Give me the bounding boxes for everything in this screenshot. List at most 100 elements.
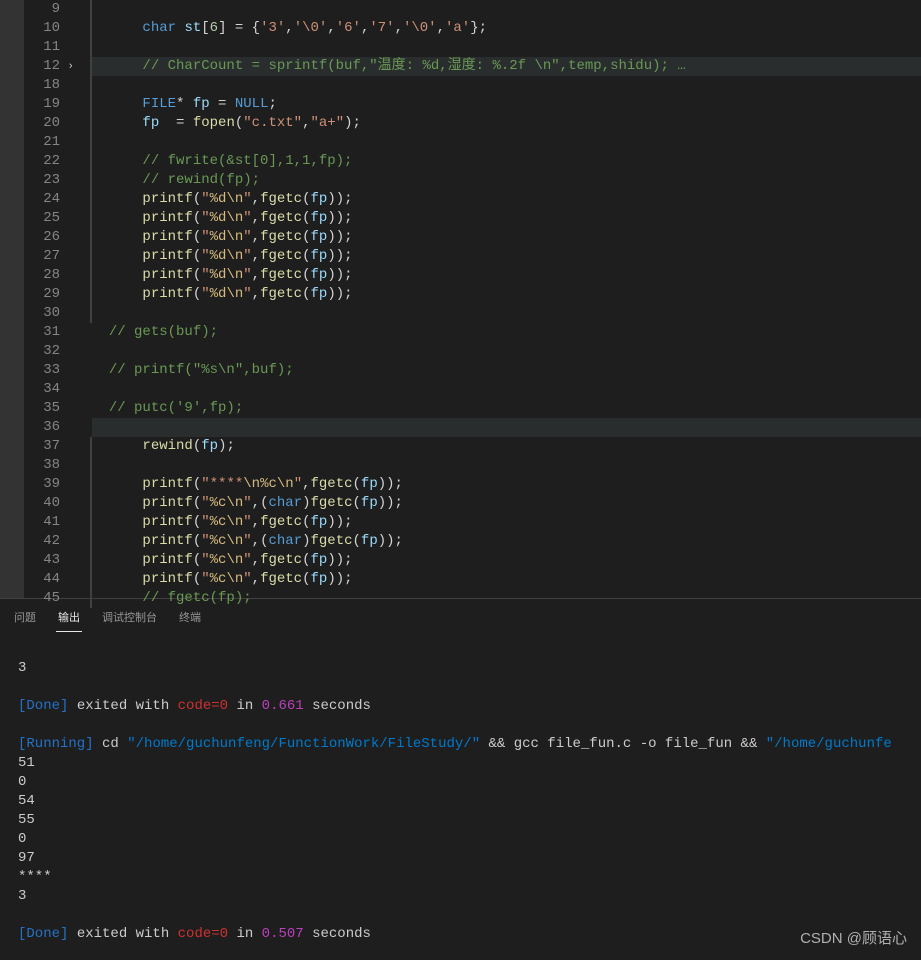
token-str: " xyxy=(243,552,251,568)
token-fn: fgetc xyxy=(260,571,302,587)
code-line[interactable]: // rewind(fp); xyxy=(92,171,921,190)
output-content[interactable]: 3 [Done] exited with code=0 in 0.661 sec… xyxy=(0,632,921,952)
line-number: 45 xyxy=(24,589,60,608)
token-fn: fgetc xyxy=(260,552,302,568)
token-punct: )); xyxy=(327,552,352,568)
token-type: char xyxy=(142,20,176,36)
code-line[interactable] xyxy=(92,418,921,437)
code-line[interactable]: rewind(fp); xyxy=(92,437,921,456)
token-punct: ( xyxy=(193,438,201,454)
indent-guide xyxy=(90,494,92,513)
code-line[interactable]: printf("%d\n",fgetc(fp)); xyxy=(92,266,921,285)
line-number: 44 xyxy=(24,570,60,589)
token-punct: )); xyxy=(327,267,352,283)
token-var: fp xyxy=(361,476,378,492)
token-punct: ); xyxy=(218,438,235,454)
token-punct: )); xyxy=(378,476,403,492)
code-line[interactable]: printf("%c\n",fgetc(fp)); xyxy=(92,513,921,532)
code-line[interactable] xyxy=(92,456,921,475)
line-number: 43 xyxy=(24,551,60,570)
token-punct: ( xyxy=(302,210,310,226)
token-fn: fgetc xyxy=(260,210,302,226)
code-line[interactable]: printf("%d\n",fgetc(fp)); xyxy=(92,285,921,304)
token-punct: , xyxy=(252,286,260,302)
token-punct: ,( xyxy=(252,533,269,549)
code-content[interactable]: char st[6] = {'3','\0','6','7','\0','a'}… xyxy=(76,0,921,598)
panel-tab[interactable]: 问题 xyxy=(12,605,38,632)
token-punct: ( xyxy=(353,495,361,511)
code-line[interactable] xyxy=(92,38,921,57)
code-line[interactable]: printf("%c\n",(char)fgetc(fp)); xyxy=(92,532,921,551)
token-fn: fgetc xyxy=(311,476,353,492)
fold-chevron-icon[interactable]: › xyxy=(67,58,74,77)
token-punct: , xyxy=(252,552,260,568)
token-fn: printf xyxy=(142,514,192,530)
line-number: 26 xyxy=(24,228,60,247)
code-line[interactable]: FILE* fp = NULL; xyxy=(92,95,921,114)
code-line[interactable]: printf("%c\n",fgetc(fp)); xyxy=(92,551,921,570)
token-type: char xyxy=(268,533,302,549)
token-punct: ( xyxy=(193,267,201,283)
code-line[interactable] xyxy=(92,0,921,19)
code-line[interactable]: printf("%c\n",fgetc(fp)); xyxy=(92,570,921,589)
panel-tab[interactable]: 调试控制台 xyxy=(100,605,159,632)
token-str: " xyxy=(243,191,251,207)
code-line[interactable] xyxy=(92,304,921,323)
token-fn: printf xyxy=(142,286,192,302)
token-punct: ( xyxy=(193,571,201,587)
token-punct: ) xyxy=(302,495,310,511)
panel-tab[interactable]: 终端 xyxy=(177,605,203,632)
token-fn: printf xyxy=(142,191,192,207)
token-str: " xyxy=(201,552,209,568)
code-line[interactable]: printf("%d\n",fgetc(fp)); xyxy=(92,190,921,209)
indent-guide xyxy=(90,551,92,570)
token-var: fp xyxy=(193,96,210,112)
editor[interactable]: 9101112›18192021222324252627282930313233… xyxy=(0,0,921,598)
line-number: 37 xyxy=(24,437,60,456)
token-str: '6' xyxy=(336,20,361,36)
code-line[interactable]: // printf("%s\n",buf); xyxy=(92,361,921,380)
token-fn: printf xyxy=(142,495,192,511)
token-punct: ( xyxy=(193,552,201,568)
token-str: " xyxy=(243,514,251,530)
token-var: fp xyxy=(311,191,328,207)
code-line[interactable]: // fwrite(&st[0],1,1,fp); xyxy=(92,152,921,171)
token-str: " xyxy=(201,495,209,511)
panel-tab[interactable]: 输出 xyxy=(56,605,82,632)
line-number: 42 xyxy=(24,532,60,551)
code-line[interactable] xyxy=(92,76,921,95)
token-var: fp xyxy=(201,438,218,454)
token-punct: ); xyxy=(344,115,361,131)
code-line[interactable]: printf("%d\n",fgetc(fp)); xyxy=(92,228,921,247)
code-line[interactable]: printf("%d\n",fgetc(fp)); xyxy=(92,247,921,266)
token-fn: fgetc xyxy=(260,248,302,264)
token-str: '3' xyxy=(260,20,285,36)
token-punct: ( xyxy=(193,191,201,207)
indent-guide xyxy=(90,95,92,114)
line-number: 18 xyxy=(24,76,60,95)
code-line[interactable]: // gets(buf); xyxy=(92,323,921,342)
code-line[interactable]: // putc('9',fp); xyxy=(92,399,921,418)
token-str: " xyxy=(243,248,251,264)
token-str: '\0' xyxy=(403,20,437,36)
line-number-gutter: 9101112›18192021222324252627282930313233… xyxy=(24,0,76,598)
code-line[interactable] xyxy=(92,380,921,399)
token-fn: fgetc xyxy=(311,533,353,549)
code-line[interactable]: fp = fopen("c.txt","a+"); xyxy=(92,114,921,133)
token-cmt: // gets(buf); xyxy=(109,324,218,340)
token-punct: , xyxy=(285,20,293,36)
code-line[interactable] xyxy=(92,342,921,361)
code-line[interactable]: printf("****\n%c\n",fgetc(fp)); xyxy=(92,475,921,494)
token-punct: ( xyxy=(193,248,201,264)
code-line[interactable]: // fgetc(fp); xyxy=(92,589,921,608)
token-punct: )); xyxy=(327,286,352,302)
code-line[interactable]: // CharCount = sprintf(buf,"温度: %d,湿度: %… xyxy=(92,57,921,76)
token-str: " xyxy=(201,248,209,264)
token-fn: fgetc xyxy=(260,191,302,207)
indent-guide xyxy=(90,475,92,494)
token-punct: , xyxy=(252,210,260,226)
code-line[interactable]: printf("%c\n",(char)fgetc(fp)); xyxy=(92,494,921,513)
code-line[interactable] xyxy=(92,133,921,152)
code-line[interactable]: char st[6] = {'3','\0','6','7','\0','a'}… xyxy=(92,19,921,38)
code-line[interactable]: printf("%d\n",fgetc(fp)); xyxy=(92,209,921,228)
